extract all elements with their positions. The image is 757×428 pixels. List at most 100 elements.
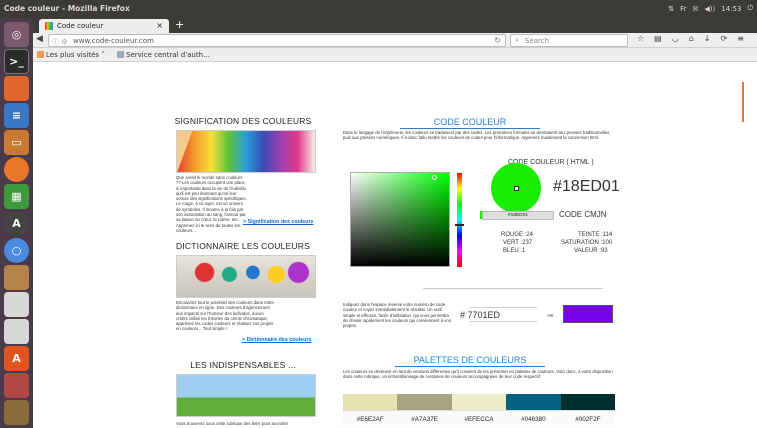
store-icon[interactable]: A <box>4 346 29 371</box>
reload-icon[interactable]: ↻ <box>494 36 501 45</box>
intro-text: Dans le langage de l'imprimerie, les cou… <box>343 130 610 141</box>
trash-icon[interactable] <box>4 400 29 425</box>
settings-icon[interactable] <box>4 373 29 398</box>
signification-link[interactable]: > Signification des couleurs <box>243 219 314 225</box>
palette-hex: #046380 <box>506 410 561 427</box>
favicon-icon <box>45 22 53 30</box>
home-icon[interactable]: ⌂ <box>689 34 694 43</box>
software-center-icon[interactable]: A <box>4 211 29 236</box>
saturation-value-picker[interactable] <box>350 172 450 267</box>
palette-color[interactable]: #046380 <box>506 394 561 427</box>
saturation-value: SATURATION :100 <box>561 240 613 246</box>
mail-icon[interactable]: ✉ <box>693 5 699 13</box>
network-icon[interactable]: ⇅ <box>668 5 674 13</box>
library-icon[interactable]: ▤ <box>654 34 662 43</box>
site-info-icon[interactable]: ⓘ ⚙ <box>52 37 68 47</box>
palette-swatch <box>397 394 452 410</box>
menu-icon[interactable]: ≡ <box>737 34 744 43</box>
title-underline <box>400 128 540 129</box>
firefox-icon[interactable] <box>4 157 29 182</box>
hex-convert-input[interactable]: # 7701ED <box>460 307 537 322</box>
bookmarks-bar: Les plus visités ˅ Service central d'aut… <box>33 48 757 62</box>
back-button[interactable]: ◀ <box>36 34 43 44</box>
palette-swatch <box>506 394 561 410</box>
keyboard-layout-indicator[interactable]: Fr <box>680 5 686 13</box>
hue-slider[interactable] <box>457 173 462 267</box>
files-icon[interactable] <box>4 76 29 101</box>
palette-color[interactable]: #A7A37E <box>397 394 452 427</box>
palette-color[interactable]: #EFECCA <box>451 394 507 427</box>
hex-code-display: #18ED01 <box>553 178 620 195</box>
bookmark-label: Service central d'auth… <box>126 51 211 59</box>
converted-color-swatch <box>563 305 613 323</box>
drive-icon[interactable] <box>4 292 29 317</box>
sync-icon[interactable]: ⟳ <box>721 34 728 43</box>
hue-handle[interactable] <box>455 224 464 226</box>
search-input[interactable]: ⌕ Search <box>510 34 628 47</box>
palette-swatch <box>451 394 507 410</box>
tab-label: Code couleur <box>57 22 104 30</box>
calc-icon[interactable]: ▦ <box>4 184 29 209</box>
signification-title: SIGNIFICATION DES COULEURS <box>174 116 312 126</box>
palettes-underline <box>395 366 545 367</box>
gimp-icon[interactable] <box>4 265 29 290</box>
color-palette[interactable]: #E6E2AF #A7A37E #EFECCA #046380 #002F2F <box>343 394 616 427</box>
scrollbar-thumb[interactable] <box>742 82 744 122</box>
convert-arrow-icon: ➡ <box>547 311 554 320</box>
close-tab-icon[interactable]: × <box>156 21 163 30</box>
window-title: Code couleur - Mozilla Firefox <box>4 4 130 13</box>
clock[interactable]: 14:53 <box>721 5 741 13</box>
system-tray[interactable]: ⇅ Fr ✉ ◀)) 14:53 ⏻ <box>668 4 753 13</box>
palette-swatch <box>560 394 616 410</box>
bookmark-icon <box>117 51 124 58</box>
paint-palette-image <box>176 255 316 298</box>
code-couleur-title: CODE COULEUR <box>433 117 507 127</box>
green-value: VERT :237 <box>503 240 533 246</box>
dictionnaire-link[interactable]: > Dictionnaire des couleurs <box>242 337 311 343</box>
url-text[interactable]: www.code-couleur.com <box>73 37 154 45</box>
indispensables-text: Vous trouverez sous cette rubrique des l… <box>176 421 289 426</box>
indispensables-title: LES INDISPENSABLES ... <box>190 360 296 370</box>
download-icon[interactable]: ↓ <box>704 34 711 43</box>
url-bar[interactable]: ⓘ ⚙ www.code-couleur.com ↻ <box>48 34 506 47</box>
section-divider <box>423 288 603 289</box>
web-page: SIGNIFICATION DES COULEURS Que serait le… <box>33 62 757 428</box>
terminal-icon[interactable]: >_ <box>4 49 29 74</box>
drive-icon-2[interactable] <box>4 319 29 344</box>
red-value: ROUGE :24 <box>501 232 534 238</box>
palette-swatch <box>343 394 398 410</box>
signification-text: Que serait le monde sans couleurs ?? Les… <box>176 175 247 233</box>
unity-launcher: ◎ >_ ≡ ▭ ▦ A ○ A <box>0 18 33 428</box>
palette-color[interactable]: #E6E2AF <box>343 394 398 427</box>
ubuntu-icon[interactable]: ◎ <box>4 22 29 47</box>
dictionnaire-title: DICTIONNAIRE LES COULEURS <box>176 241 310 251</box>
convert-text: Indiquez dans l'espace réservé votre num… <box>343 302 451 329</box>
impress-icon[interactable]: ▭ <box>4 130 29 155</box>
bookmark-star-icon[interactable]: ☆ <box>637 34 644 43</box>
new-tab-button[interactable]: + <box>175 18 184 31</box>
palette-hex: #A7A37E <box>397 410 452 427</box>
jumping-man-image <box>176 374 316 417</box>
volume-icon[interactable]: ◀)) <box>704 5 715 13</box>
pocket-icon[interactable]: ◡ <box>672 34 679 43</box>
search-placeholder: Search <box>525 37 550 45</box>
tab-strip: Code couleur × + <box>33 18 757 33</box>
bookmark-central-auth[interactable]: Service central d'auth… <box>117 51 210 59</box>
chromium-icon[interactable]: ○ <box>4 238 29 263</box>
bookmark-most-visited[interactable]: Les plus visités ˅ <box>37 51 105 59</box>
power-icon[interactable]: ⏻ <box>747 4 753 13</box>
tab-code-couleur[interactable]: Code couleur × <box>39 19 169 33</box>
dictionnaire-text: Découvrez tout le potentiel des couleurs… <box>176 300 274 332</box>
system-top-bar: Code couleur - Mozilla Firefox ⇅ Fr ✉ ◀)… <box>0 0 757 18</box>
brightness-value: VALEUR :93 <box>574 248 608 254</box>
palette-text: Les couleurs se déclinent en tant de ver… <box>343 369 613 380</box>
hex-convert-value: # 7701ED <box>460 310 501 320</box>
palette-hex: #002F2F <box>560 410 616 427</box>
palette-color[interactable]: #002F2F <box>560 394 616 427</box>
search-icon: ⌕ <box>515 36 519 44</box>
bookmark-label: Les plus visités ˅ <box>46 51 105 59</box>
writer-icon[interactable]: ≡ <box>4 103 29 128</box>
hex-code-input[interactable]: #18ED01 <box>482 211 554 220</box>
picker-cursor[interactable] <box>432 175 437 180</box>
cmjn-label: CODE CMJN <box>559 210 607 219</box>
